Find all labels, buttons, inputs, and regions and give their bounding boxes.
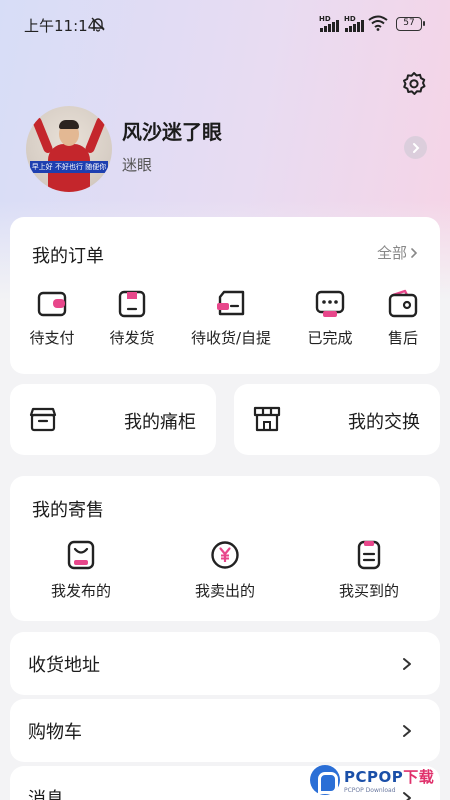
order-completed-label: 已完成	[307, 329, 353, 347]
status-bar: 上午11:14 HD HD 57	[0, 0, 450, 50]
cabinet-box-icon	[29, 407, 57, 432]
package-box-icon	[118, 290, 146, 318]
shop-store-icon	[253, 406, 281, 432]
menu-row-messages-label: 消息	[28, 789, 64, 800]
signal-bars-icon	[345, 19, 364, 32]
wallet-card-icon	[37, 291, 67, 317]
pcpop-logo-icon	[310, 765, 340, 795]
order-after-sales-label: 售后	[387, 329, 418, 347]
watermark-main-suffix: 下载	[403, 768, 435, 786]
bag-publish-icon	[67, 540, 95, 570]
menu-row-address[interactable]: 收货地址	[10, 632, 440, 695]
menu-row-cart-label: 购物车	[28, 722, 82, 743]
order-pending-payment-label: 待支付	[29, 329, 75, 347]
my-locker-label: 我的痛柜	[124, 412, 196, 433]
order-pending-payment[interactable]: 待支付	[7, 289, 97, 348]
avatar-caption: 早上好 不好也行 随便你	[30, 161, 108, 173]
my-exchange-label: 我的交换	[348, 412, 420, 433]
chevron-right-icon	[411, 247, 418, 258]
my-locker-card[interactable]: 我的痛柜	[10, 384, 216, 455]
consign-published-label: 我发布的	[50, 582, 111, 600]
consign-sold-label: 我卖出的	[194, 582, 255, 600]
status-time: 上午11:14	[24, 17, 98, 35]
order-pending-shipment-label: 待发货	[109, 329, 155, 347]
avatar[interactable]: 早上好 不好也行 随便你	[26, 106, 112, 192]
delivery-truck-icon	[217, 290, 245, 316]
watermark-sub: PCPOP Download	[344, 787, 396, 794]
order-pending-receipt-label: 待收货/自提	[190, 329, 272, 347]
chat-complete-icon	[315, 290, 345, 317]
menu-row-cart[interactable]: 购物车	[10, 699, 440, 762]
consignment-title: 我的寄售	[32, 500, 104, 521]
chevron-right-icon	[403, 725, 411, 737]
order-after-sales[interactable]: 售后	[358, 289, 448, 348]
bell-off-icon	[90, 16, 106, 36]
order-pending-receipt[interactable]: 待收货/自提	[185, 289, 277, 348]
orders-all-link[interactable]: 全部	[377, 242, 418, 263]
watermark-main: PCPOP	[344, 768, 404, 786]
consign-published[interactable]: 我发布的	[26, 540, 136, 601]
wifi-icon	[368, 15, 388, 35]
chevron-right-icon	[403, 658, 411, 670]
receipt-icon	[357, 540, 381, 570]
watermark: PCPOP下载 PCPOP Download	[310, 760, 450, 800]
chevron-right-icon	[412, 142, 419, 153]
consignment-card: 我的寄售 我发布的 我卖出的 我买到的	[10, 476, 440, 621]
orders-title: 我的订单	[32, 246, 104, 267]
nickname: 迷眼	[122, 156, 153, 174]
profile-arrow-button[interactable]	[404, 136, 427, 159]
yuan-coin-icon	[211, 541, 239, 569]
gear-icon[interactable]	[400, 70, 428, 98]
consign-sold[interactable]: 我卖出的	[170, 540, 280, 601]
consign-bought[interactable]: 我买到的	[314, 540, 424, 601]
username[interactable]: 风沙迷了眼	[122, 116, 222, 145]
menu-row-address-label: 收货地址	[28, 655, 100, 676]
orders-all-label: 全部	[376, 244, 407, 262]
consign-bought-label: 我买到的	[338, 582, 399, 600]
wallet-refund-icon	[388, 289, 418, 318]
my-exchange-card[interactable]: 我的交换	[234, 384, 440, 455]
battery-indicator: 57	[396, 17, 425, 31]
signal-bars-icon	[320, 19, 339, 32]
orders-card: 我的订单 全部 待支付 待发货 待收货/自提 已完成 售后	[10, 217, 440, 374]
order-pending-shipment[interactable]: 待发货	[87, 289, 177, 348]
